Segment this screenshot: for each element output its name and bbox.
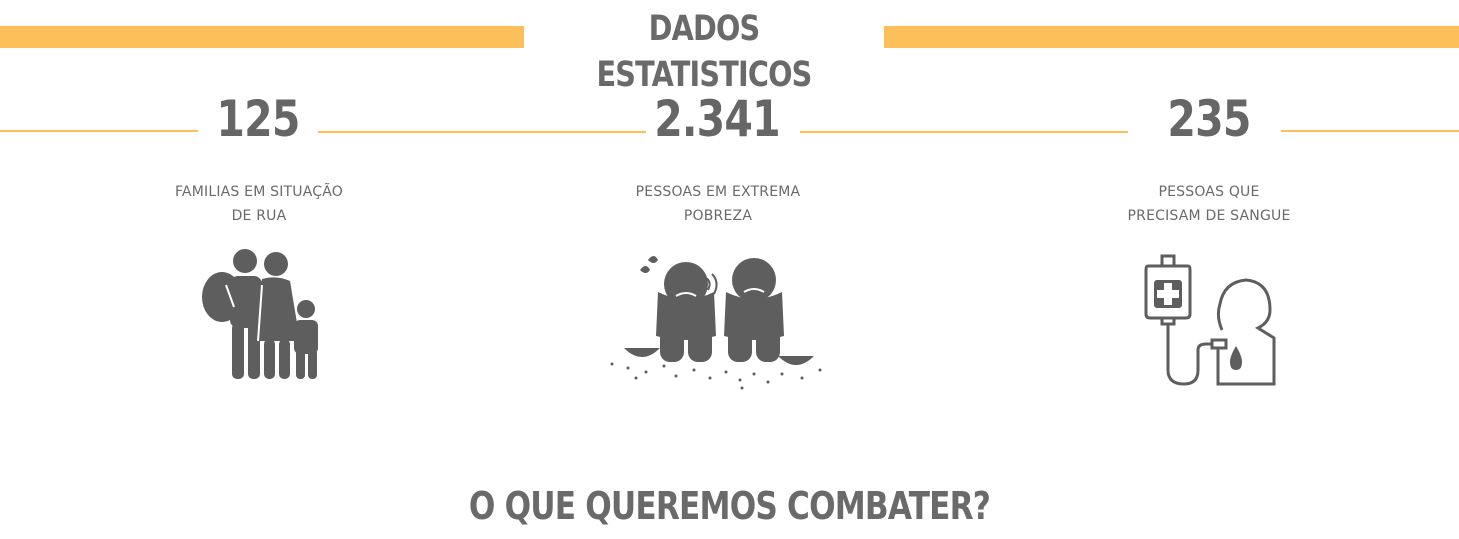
homeless-family-icon	[202, 249, 318, 379]
blood-transfusion-icon	[1144, 254, 1276, 386]
stat-caption-blood: PESSOAS QUE PRECISAM DE SANGUE	[1049, 180, 1369, 228]
poverty-people-icon	[610, 256, 822, 390]
section-title: DADOS ESTATISTICOS	[596, 9, 812, 95]
divider-line	[800, 131, 1128, 133]
stat-value-blood: 235	[1167, 90, 1251, 148]
caption-line: PESSOAS EM EXTREMA	[635, 184, 801, 200]
stat-caption-families: FAMILIAS EM SITUAÇÃO DE RUA	[99, 180, 419, 228]
caption-line: PRECISAM DE SANGUE	[1127, 208, 1291, 224]
stat-value-poverty: 2.341	[654, 90, 780, 148]
stat-value-families: 125	[216, 90, 300, 148]
caption-line: DE RUA	[231, 208, 287, 224]
caption-line: PESSOAS QUE	[1158, 184, 1260, 200]
caption-line: FAMILIAS EM SITUAÇÃO	[174, 184, 344, 200]
header-bar-right	[884, 26, 1459, 48]
section-subtitle: O QUE QUEREMOS COMBATER?	[468, 484, 991, 528]
stat-caption-poverty: PESSOAS EM EXTREMA POBREZA	[558, 180, 878, 228]
header-bar-left	[0, 26, 524, 48]
caption-line: POBREZA	[683, 208, 753, 224]
